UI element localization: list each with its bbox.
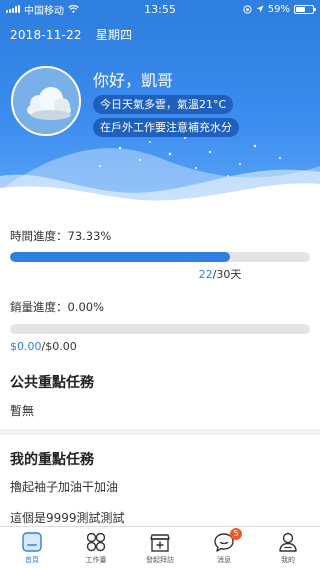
time-progress-count: 22/30天 [10,268,310,282]
tab-home-label: 首頁 [25,556,39,564]
public-task-item[interactable]: 暫無 [0,402,320,419]
tab-profile-label: 我的 [281,556,295,564]
battery-icon [294,4,316,14]
public-tasks-title: 公共重點任務 [10,375,94,391]
greeting-text: 你好，凱哥 [93,71,174,90]
my-tasks-title: 我的重點任務 [10,452,94,468]
battery-percent: 59% [267,3,290,15]
tab-start-visit[interactable]: 發起拜訪 [128,527,192,568]
grid-icon [86,532,106,552]
tab-workbench[interactable]: 工作臺 [64,527,128,568]
weekday-text: 星期四 [95,28,133,42]
date-text: 2018-11-22 [10,28,82,42]
orientation-lock-icon [243,4,252,14]
location-icon [256,5,264,13]
status-left: 中国移动 [6,2,79,17]
weather-pill: 今日天氣多雲，氣溫21°C [93,95,234,114]
hero-header: 2018-11-22 星期四 你好，凱哥 今日天氣多雲，氣溫21°C 在戶外工作… [0,18,320,208]
message-badge: 5 [230,528,242,540]
status-right: 59% [243,3,316,15]
sales-progress-label: 銷量進度：0.00% [10,300,105,314]
wave-decoration [0,137,320,208]
section-divider [0,429,320,435]
sales-progress-track [10,324,310,334]
signal-icon [6,5,20,13]
tab-messages-label: 消息 [217,556,231,564]
tab-start-visit-label: 發起拜訪 [146,556,174,564]
sales-progress: 銷量進度：0.00% $0.00/$0.00 [0,282,320,354]
time-progress: 時間進度：73.33% 22/30天 [0,208,320,282]
tab-profile[interactable]: 我的 [256,527,320,568]
status-bar: 中国移动 13:55 59% [0,0,320,18]
tab-bar: 首頁 工作臺 發起拜訪 5 消息 我的 [0,526,320,568]
main-content: 時間進度：73.33% 22/30天 銷量進度：0.00% $0.00/$0.0… [0,208,320,526]
sales-progress-count: $0.00/$0.00 [10,340,310,354]
time-progress-label: 時間進度：73.33% [10,229,112,243]
tab-workbench-label: 工作臺 [85,556,107,564]
my-task-item[interactable]: 擼起袖子加油干加油 [0,478,320,495]
time-current: 22 [198,268,213,281]
time-total: /30天 [212,268,242,281]
sales-total: /$0.00 [41,340,77,353]
weather-cloudy-icon [11,66,81,136]
time-progress-fill [10,252,230,262]
shop-add-icon [150,534,170,552]
carrier-label: 中国移动 [24,5,64,17]
battery-level [296,6,305,12]
my-task-item[interactable]: 這個是9999測試測試 [0,509,320,526]
wifi-icon [68,5,79,13]
screen: 中国移动 13:55 59% 2018-11-22 星期四 你好，凱哥 今日天氣… [0,0,320,568]
tab-home[interactable]: 首頁 [0,527,64,568]
user-icon [279,532,297,552]
date-line: 2018-11-22 星期四 [10,26,132,43]
tab-messages[interactable]: 5 消息 [192,527,256,568]
sales-current: $0.00 [10,340,42,353]
time-progress-track [10,252,310,262]
home-icon [22,532,42,552]
